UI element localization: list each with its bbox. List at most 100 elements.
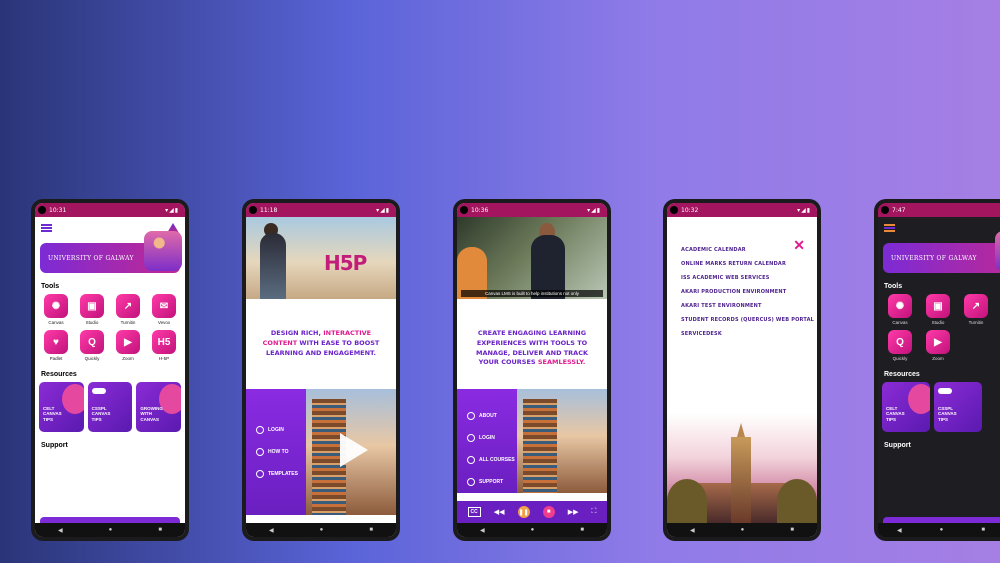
tool-label: H-5P	[158, 356, 170, 361]
home-icon[interactable]: ●	[320, 527, 324, 533]
side-menu-item[interactable]: SUPPORT	[457, 471, 517, 493]
menu-item-label: SUPPORT	[479, 479, 504, 485]
resource-link[interactable]: STUDENT RECORDS (QUERCUS) WEB PORTAL	[681, 313, 817, 327]
recents-icon[interactable]: ■	[369, 527, 373, 533]
status-time: 10:31	[49, 206, 67, 214]
side-menu-item[interactable]: TEMPLATES	[246, 463, 306, 485]
pause-icon[interactable]: ❚❚	[517, 506, 530, 518]
close-icon[interactable]: ✕	[793, 237, 805, 254]
menu-item-label: ALL COURSES	[479, 457, 515, 463]
home-icon[interactable]: ●	[109, 527, 113, 533]
back-icon[interactable]: ◀	[58, 527, 63, 534]
resources-list: CELT CANVAS TIPS CSSPL CANVAS TIPS	[878, 382, 1000, 432]
home-icon[interactable]: ●	[531, 527, 535, 533]
side-menu-item[interactable]: ABOUT	[457, 405, 517, 427]
tool-label: Quickly	[84, 356, 100, 361]
play-icon[interactable]	[340, 433, 368, 467]
phone-home-dark: 7:47 UNIVERSITY OF GALWAY Tools ✺ Canvas ▣…	[874, 199, 1000, 541]
resource-link[interactable]: AKARI PRODUCTION ENVIRONMENT	[681, 285, 817, 299]
zoom-icon: ▶	[926, 330, 950, 354]
fast-forward-icon[interactable]: ▶▶	[568, 508, 579, 516]
menu-item-label: ABOUT	[479, 413, 497, 419]
android-nav-bar: ◀ ● ■	[878, 523, 1000, 537]
tool-item[interactable]: ♥Padlet	[996, 294, 1000, 325]
banner-illustration	[995, 231, 1000, 271]
tool-label: Studio	[931, 320, 945, 325]
tool-item[interactable]: ♥Padlet	[39, 330, 73, 361]
tools-grid: ✺ Canvas ▣ Studio ↗ Turnitin ✉ Vevox ♥ Padlet Q Qui…	[35, 294, 185, 361]
resources-heading: Resources	[884, 371, 920, 378]
resource-link[interactable]: ONLINE MARKS RETURN CALENDAR	[681, 257, 817, 271]
menu-item-label: TEMPLATES	[268, 471, 298, 477]
back-icon[interactable]: ◀	[480, 527, 485, 534]
tool-label: Vevox	[157, 320, 171, 325]
back-icon[interactable]: ◀	[690, 527, 695, 534]
turnitin-icon: ↗	[116, 294, 140, 318]
resource-card[interactable]: CELT CANVAS TIPS	[882, 382, 930, 432]
recents-icon[interactable]: ■	[790, 527, 794, 533]
resource-card[interactable]: GROWING WITH CANVAS	[136, 382, 182, 432]
video-player[interactable]: Canvas LMS is built to help institutions…	[457, 217, 607, 299]
fullscreen-icon[interactable]: ⛶	[592, 508, 597, 516]
campus-illustration	[667, 413, 817, 523]
canvas-icon: ✺	[44, 294, 68, 318]
support-heading: Support	[884, 442, 911, 449]
tool-item[interactable]: ▣ Studio	[920, 294, 956, 325]
video-controls: CC ◀◀ ❚❚ ■ ▶▶ ⛶	[457, 501, 607, 523]
home-icon[interactable]: ●	[940, 527, 944, 533]
resource-title: CSSPL CANVAS TIPS	[91, 405, 111, 422]
side-menu-item[interactable]: LOGIN	[246, 419, 306, 441]
stop-icon[interactable]: ■	[542, 506, 555, 518]
phone-canvas: 10:36 ▾◢▮ Canvas LMS is built to help ins…	[453, 199, 611, 541]
tool-item[interactable]: ↗ Turnitin	[111, 294, 145, 325]
canvas-headline: CREATE ENGAGING LEARNING EXPERIENCES WIT…	[457, 299, 607, 368]
back-icon[interactable]: ◀	[897, 527, 902, 534]
tools-heading: Tools	[41, 283, 60, 290]
recents-icon[interactable]: ■	[981, 527, 985, 533]
side-menu-item[interactable]: LOGIN	[457, 427, 517, 449]
resource-title: CELT CANVAS TIPS	[43, 405, 62, 422]
resource-link[interactable]: SERVICEDESK	[681, 327, 817, 341]
recents-icon[interactable]: ■	[158, 527, 162, 533]
resource-card[interactable]: CELT CANVAS TIPS	[39, 382, 84, 432]
tool-label: Zoom	[932, 356, 944, 361]
tool-label: Turnitin	[120, 320, 136, 325]
tool-item[interactable]: ▶ Zoom	[111, 330, 145, 361]
status-time: 10:32	[681, 206, 699, 214]
back-icon[interactable]: ◀	[269, 527, 274, 534]
turnitin-icon: ↗	[964, 294, 988, 318]
tool-item[interactable]: Q Quickly	[75, 330, 109, 361]
side-menu-item[interactable]: ALL COURSES	[457, 449, 517, 471]
resource-card[interactable]: CSSPL CANVAS TIPS	[87, 382, 133, 432]
cc-button[interactable]: CC	[467, 507, 481, 517]
tool-item[interactable]: ✺ Canvas	[39, 294, 73, 325]
vevox-icon: ✉	[152, 294, 176, 318]
resource-title: CSSPL CANVAS TIPS	[938, 405, 957, 422]
android-nav-bar: ◀ ● ■	[667, 523, 817, 537]
university-title: UNIVERSITY OF GALWAY	[891, 254, 977, 262]
university-banner: UNIVERSITY OF GALWAY	[883, 231, 1000, 273]
status-time: 7:47	[892, 206, 906, 214]
tool-item[interactable]: ▣ Studio	[75, 294, 109, 325]
resource-title: GROWING WITH CANVAS	[140, 405, 163, 422]
rewind-icon[interactable]: ◀◀	[494, 508, 505, 516]
menu-item-label: LOGIN	[479, 435, 495, 441]
tool-item[interactable]: H5 H-5P	[147, 330, 181, 361]
resource-card[interactable]: CSSPL CANVAS TIPS	[934, 382, 982, 432]
tool-item[interactable]: ▶ Zoom	[920, 330, 956, 361]
video-caption: Canvas LMS is built to help institutions…	[461, 290, 603, 297]
tool-item[interactable]: ✉ Vevox	[147, 294, 181, 325]
hamburger-menu-icon[interactable]	[884, 224, 895, 232]
tool-item[interactable]: ↗ Turnitin	[958, 294, 994, 325]
resource-link[interactable]: ISS ACADEMIC WEB SERVICES	[681, 271, 817, 285]
tool-item[interactable]: ✺ Canvas	[882, 294, 918, 325]
resources-heading: Resources	[41, 371, 77, 378]
canvas-icon: ✺	[888, 294, 912, 318]
status-time: 11:18	[260, 206, 278, 214]
tool-item[interactable]: Q Quickly	[882, 330, 918, 361]
hamburger-menu-icon[interactable]	[41, 224, 52, 232]
resource-link[interactable]: AKARI TEST ENVIRONMENT	[681, 299, 817, 313]
recents-icon[interactable]: ■	[580, 527, 584, 533]
home-icon[interactable]: ●	[741, 527, 745, 533]
side-menu-item[interactable]: HOW TO	[246, 441, 306, 463]
